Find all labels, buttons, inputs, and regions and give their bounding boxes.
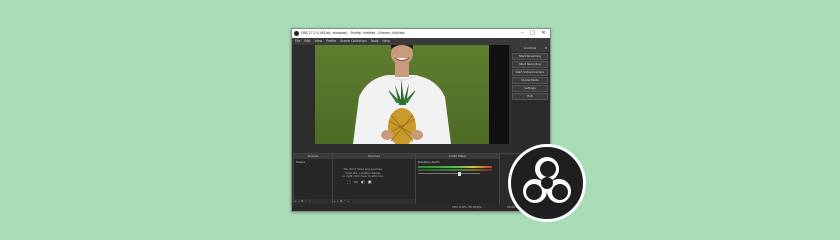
controls-close-icon[interactable]: ✕ [544,45,547,52]
preview-letterbox [489,45,509,144]
menu-tools[interactable]: Tools [371,38,379,45]
menu-profile[interactable]: Profile [326,38,336,45]
volume-slider[interactable] [418,171,480,176]
obs-app-icon [294,31,299,36]
close-button[interactable]: ✕ [539,29,548,38]
fps-status: CPU: 0.6%, 30.00 fps [452,205,482,209]
preview-area[interactable]: No source selected Properties Filters [293,45,509,168]
volume-slider-knob[interactable] [458,171,461,176]
controls-title: Controls [523,46,537,50]
sources-dock: Sources You don't have any sources. Clic… [332,153,416,205]
start-streaming-button[interactable]: Start Streaming [512,53,548,60]
start-virtual-camera-button[interactable]: Start Virtual Camera [512,69,548,76]
audio-mixer-dock: Audio Mixer Desktop Audio [415,153,500,205]
studio-mode-button[interactable]: Studio Mode [512,77,548,84]
window-title: OBS 27.2.4 (64-bit, windows) - Profile: … [301,31,405,35]
title-bar: OBS 27.2.4 (64-bit, windows) - Profile: … [292,29,550,38]
menu-view[interactable]: View [315,38,323,45]
person-with-pineapple-image [353,45,451,144]
sources-empty-hint: You don't have any sources. Click the + … [337,167,389,179]
menu-help[interactable]: Help [382,38,389,45]
preview-image [315,45,489,144]
minimize-button[interactable]: – [518,29,527,38]
source-type-icons: ⬚ ▭ ◐ ▣ [347,179,373,184]
menu-edit[interactable]: Edit [304,38,310,45]
settings-button[interactable]: Settings [512,85,548,92]
controls-header: Controls ✕ [511,45,549,52]
obs-logo-icon [508,144,586,222]
maximize-button[interactable]: □ [528,29,537,38]
volume-meter-secondary [418,169,492,171]
scene-item[interactable]: Scene [294,159,332,165]
exit-button[interactable]: Exit [512,93,548,100]
sources-header: Sources [333,154,415,159]
volume-meter [418,166,492,168]
start-recording-button[interactable]: Start Recording [512,61,548,68]
scenes-dock: Scenes Scene + − ⚙ ⌃ ⌄ [293,153,333,205]
menu-file[interactable]: File [295,38,300,45]
desktop-audio-label: Desktop Audio [418,160,440,164]
menu-scene-collection[interactable]: Scene Collection [340,38,367,45]
menu-bar: File Edit View Profile Scene Collection … [292,38,550,45]
